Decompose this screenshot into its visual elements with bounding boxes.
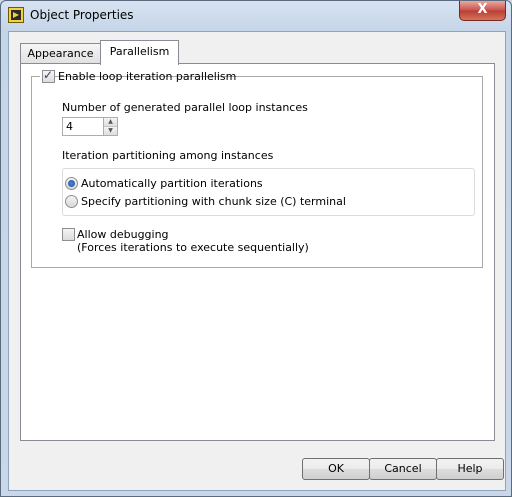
checkmark-icon: ✓ (43, 68, 54, 82)
instances-numeric-control[interactable]: 4 ▲ ▼ (62, 117, 118, 136)
instances-spinner[interactable]: ▲ ▼ (103, 118, 117, 135)
auto-partition-label[interactable]: Automatically partition iterations (81, 177, 263, 190)
chunk-size-radio[interactable] (65, 195, 78, 208)
enable-parallelism-legend: ✓ Enable loop iteration parallelism (40, 68, 236, 84)
instances-label: Number of generated parallel loop instan… (62, 101, 308, 114)
instances-value[interactable]: 4 (66, 120, 73, 133)
allow-debugging-label[interactable]: Allow debugging (77, 228, 169, 241)
cancel-button[interactable]: Cancel (369, 458, 437, 480)
parallelism-groupbox: ✓ Enable loop iteration parallelism Numb… (31, 68, 483, 268)
close-button[interactable]: X (459, 1, 506, 21)
allow-debugging-checkbox[interactable] (62, 228, 75, 241)
partition-heading: Iteration partitioning among instances (62, 149, 274, 162)
tab-appearance[interactable]: Appearance (20, 43, 101, 63)
allow-debugging-note: (Forces iterations to execute sequential… (77, 241, 309, 254)
help-button[interactable]: Help (436, 458, 504, 480)
spin-down-icon[interactable]: ▼ (104, 127, 117, 135)
close-icon: X (477, 2, 488, 17)
ok-button[interactable]: OK (302, 458, 370, 480)
enable-parallelism-checkbox[interactable]: ✓ (42, 68, 55, 83)
tab-panel-parallelism: ✓ Enable loop iteration parallelism Numb… (20, 63, 495, 441)
labview-app-icon (8, 7, 24, 23)
chunk-size-label[interactable]: Specify partitioning with chunk size (C)… (81, 195, 346, 208)
window-title: Object Properties (30, 8, 134, 22)
partition-radio-group: Automatically partition iterations Speci… (62, 168, 475, 216)
title-bar[interactable]: Object Properties X (1, 1, 511, 31)
dialog-client-area: Appearance Parallelism ✓ Enable loop ite… (8, 31, 506, 491)
auto-partition-radio[interactable] (65, 177, 78, 190)
tab-parallelism[interactable]: Parallelism (100, 40, 179, 65)
dialog-window: Object Properties X Appearance Paralleli… (0, 0, 512, 497)
enable-parallelism-label[interactable]: Enable loop iteration parallelism (58, 70, 236, 83)
spin-up-icon[interactable]: ▲ (104, 118, 117, 127)
radio-selected-dot (68, 180, 75, 187)
